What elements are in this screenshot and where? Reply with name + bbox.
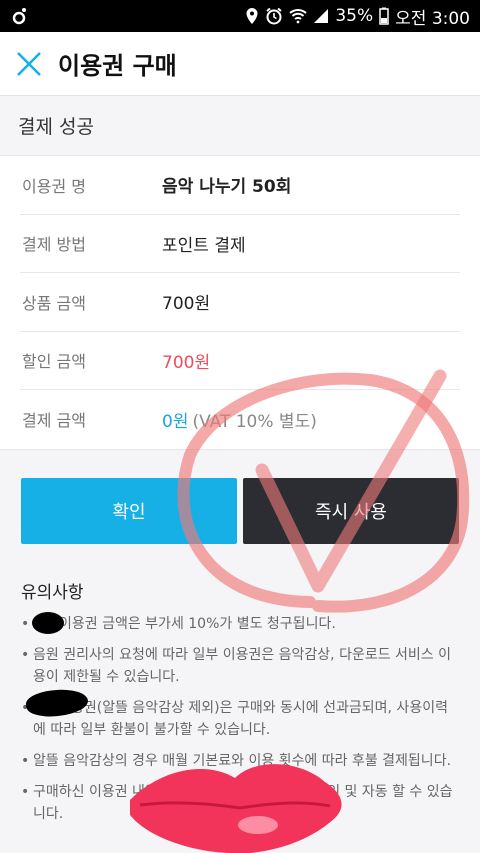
notice-section: 유의사항 이용권 금액은 부가세 10%가 별도 청구됩니다. 음원 권리사의 …	[0, 544, 480, 825]
vat-note: (VAT 10% 별도)	[192, 411, 317, 432]
notice-item: 이용권 금액은 부가세 10%가 별도 청구됩니다.	[21, 613, 460, 635]
info-label: 상품 금액	[22, 293, 86, 313]
clock: 오전 3:00	[395, 8, 470, 29]
action-buttons: 확인 즉시 사용	[0, 450, 480, 544]
close-button[interactable]	[0, 32, 58, 96]
payment-info-table: 이용권 명 음악 나누기 50회 결제 방법 포인트 결제 상품 금액 700원…	[0, 156, 480, 450]
info-value: 700원	[162, 352, 211, 373]
notice-title: 유의사항	[21, 582, 84, 603]
redaction-scribble	[32, 612, 64, 634]
confirm-button[interactable]: 확인	[21, 477, 237, 544]
battery-percent: 35%	[335, 6, 374, 26]
page-title: 이용권 구매	[58, 52, 177, 80]
info-row-discount: 할인 금액 700원	[20, 332, 460, 390]
notice-item: 알뜰 음악감상의 경우 매월 기본료와 이용 횟수에 따라 후불 결제됩니다.	[21, 750, 460, 772]
location-icon	[245, 7, 259, 25]
info-row-product-price: 상품 금액 700원	[20, 273, 460, 332]
info-value: 0원 (VAT 10% 별도)	[162, 407, 317, 432]
close-icon	[17, 51, 41, 76]
info-value: 음악 나누기 50회	[162, 177, 292, 198]
info-label: 결제 방법	[22, 235, 86, 255]
use-now-button[interactable]: 즉시 사용	[243, 477, 459, 544]
signal-icon	[313, 8, 329, 24]
payment-amount: 0원	[162, 411, 189, 432]
notice-item: 구매하신 이용권 내역]에서 상세 내용, 결제방법 확인 및 자동 할 수 있…	[21, 781, 460, 825]
app-bar: 이용권 구매	[0, 32, 480, 96]
info-label: 할인 금액	[22, 352, 86, 372]
info-row-payment-amount: 결제 금액 0원 (VAT 10% 별도)	[20, 390, 460, 449]
info-label: 이용권 명	[22, 176, 86, 196]
section-title: 결제 성공	[0, 96, 480, 156]
info-row-pass-name: 이용권 명 음악 나누기 50회	[20, 156, 460, 215]
alarm-icon	[265, 7, 283, 25]
info-value: 700원	[162, 294, 211, 315]
app-notification-icon	[10, 6, 30, 26]
info-value: 포인트 결제	[162, 235, 246, 256]
battery-icon	[379, 7, 389, 25]
info-row-payment-method: 결제 방법 포인트 결제	[20, 215, 460, 273]
notice-item: 음원 권리사의 요청에 따라 일부 이용권은 음악감상, 다운로드 서비스 이용…	[21, 644, 460, 688]
info-label: 결제 금액	[22, 411, 86, 431]
wifi-icon	[289, 8, 308, 24]
status-bar: 35% 오전 3:00	[0, 0, 480, 32]
